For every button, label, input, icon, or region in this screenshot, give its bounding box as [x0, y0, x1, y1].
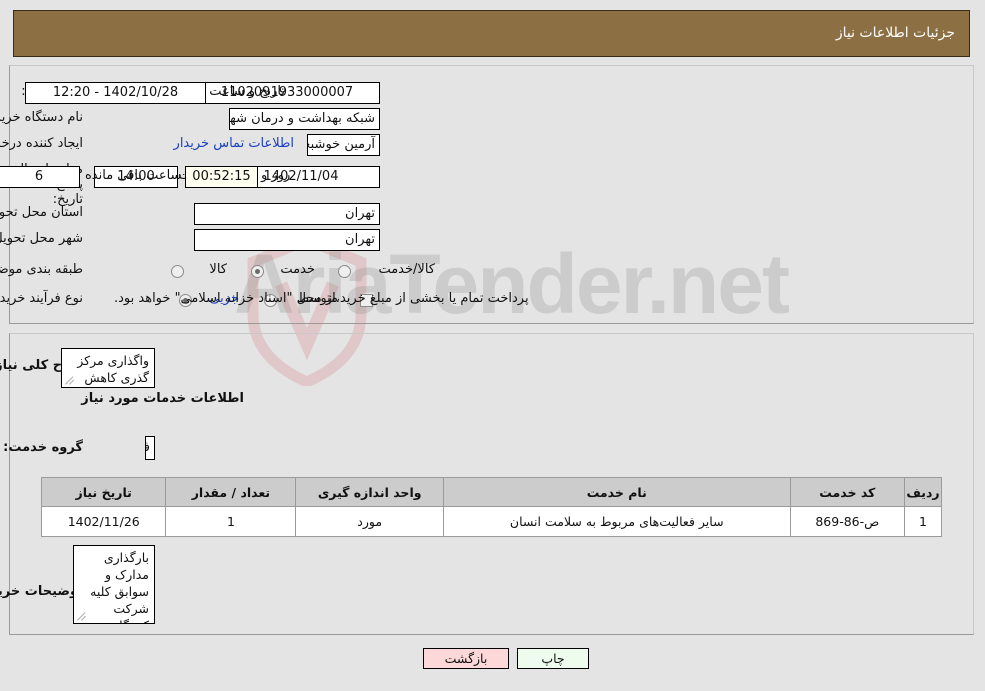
- table-header-row: ردیف کد خدمت نام خدمت واحد اندازه گیری ت…: [41, 477, 943, 507]
- col-radif: ردیف: [905, 477, 943, 507]
- cell-radif: 1: [905, 506, 943, 537]
- services-section-title: اطلاعات خدمات مورد نیاز: [82, 391, 245, 406]
- countdown-suffix-label: ساعت باقی مانده: [86, 168, 183, 183]
- radio-category-kala[interactable]: [172, 265, 185, 278]
- services-table: ردیف کد خدمت نام خدمت واحد اندازه گیری ت…: [41, 477, 943, 537]
- process-type-label: نوع فرآیند خرید :: [0, 291, 84, 306]
- requester-label: ایجاد کننده درخواست:: [0, 136, 84, 151]
- category-label: طبقه بندی موضوعی:: [0, 262, 84, 277]
- countdown-timer: 00:52:15: [186, 166, 259, 188]
- cell-service-code: ص-86-869: [790, 506, 907, 537]
- buyer-notes-value: بارگذاری مدارک و سوابق کلیه شرکت کنندگان…: [91, 550, 150, 623]
- radio-category-khedmat-label: خدمت: [281, 262, 316, 277]
- treasury-bonds-label: پرداخت تمام یا بخشی از مبلغ خرید،از محل …: [115, 291, 530, 306]
- page-header-bar: جزئیات اطلاعات نیاز: [14, 10, 971, 57]
- col-unit: واحد اندازه گیری: [296, 477, 445, 507]
- table-row: 1 ص-86-869 سایر فعالیت‌های مربوط به سلام…: [41, 506, 943, 537]
- radio-category-kala-khedmat-label: کالا/خدمت: [379, 262, 436, 277]
- buyer-org-value: شبکه بهداشت و درمان شهرستان شهریار: [230, 108, 381, 130]
- cell-need-date: 1402/11/26: [41, 506, 168, 537]
- radio-category-kala-label: کالا: [210, 262, 228, 277]
- resize-grip-icon[interactable]: [78, 612, 87, 621]
- province-value: تهران: [195, 203, 381, 225]
- city-label: شهر محل تحویل:: [0, 231, 84, 246]
- resize-grip-icon[interactable]: [66, 376, 75, 385]
- requester-value: آرمین خوشبختی کاربرداز شبکه بهداشت و درم…: [308, 134, 381, 156]
- cell-unit: مورد: [296, 506, 445, 537]
- service-group-label: گروه خدمت:: [4, 440, 84, 455]
- announce-datetime-value: 1402/10/28 - 12:20: [26, 82, 207, 104]
- province-label: استان محل تحویل:: [0, 205, 84, 220]
- cell-quantity: 1: [166, 506, 298, 537]
- radio-category-kala-khedmat[interactable]: [339, 265, 352, 278]
- col-need-date: تاریخ نیاز: [41, 477, 168, 507]
- print-button[interactable]: چاپ: [518, 648, 590, 669]
- description-value: واگذاری مرکز گذری کاهش اسیب اعتیاد منطقه…: [78, 353, 150, 385]
- back-button[interactable]: بازگشت: [424, 648, 510, 669]
- days-remaining-value: 6: [0, 166, 81, 188]
- page-title: جزئیات اطلاعات نیاز: [836, 25, 956, 41]
- col-service-code: کد خدمت: [790, 477, 907, 507]
- col-service-name: نام خدمت: [443, 477, 792, 507]
- city-value: تهران: [195, 229, 381, 251]
- col-quantity: تعداد / مقدار: [166, 477, 298, 507]
- buyer-notes-textarea[interactable]: بارگذاری مدارک و سوابق کلیه شرکت کنندگان…: [74, 545, 156, 624]
- buyer-org-label: نام دستگاه خریدار:: [0, 110, 84, 125]
- days-word-label: روز و: [262, 168, 292, 183]
- radio-category-khedmat[interactable]: [252, 265, 265, 278]
- buyer-contact-link[interactable]: اطلاعات تماس خریدار: [175, 136, 295, 151]
- description-textarea[interactable]: واگذاری مرکز گذری کاهش اسیب اعتیاد منطقه…: [62, 348, 156, 388]
- cell-service-name: سایر فعالیت‌های مربوط به سلامت انسان: [443, 506, 792, 537]
- buyer-notes-label: توضیحات خریدار:: [0, 584, 84, 599]
- service-group-value: فعالیت‌های مربوط به سلامت انسان و مددکار…: [146, 436, 156, 460]
